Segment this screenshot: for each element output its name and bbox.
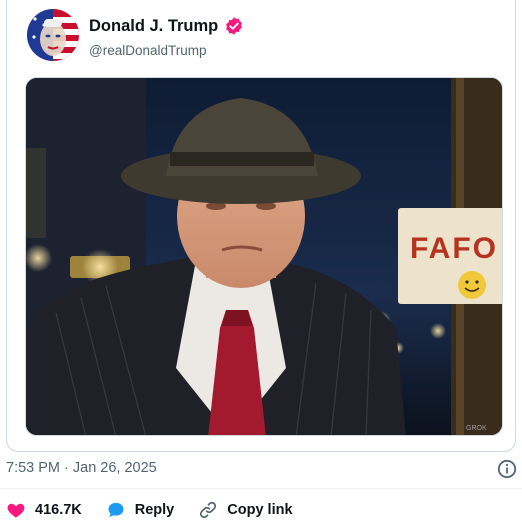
info-icon[interactable] bbox=[497, 459, 517, 479]
action-bar: 416.7K Reply Copy link bbox=[6, 498, 317, 522]
post-timestamp[interactable]: 7:53 PM · Jan 26, 2025 bbox=[6, 460, 157, 476]
user-handle[interactable]: @realDonaldTrump bbox=[89, 43, 207, 58]
copy-link-label: Copy link bbox=[227, 502, 293, 518]
like-count: 416.7K bbox=[35, 502, 82, 518]
timestamp-row: 7:53 PM · Jan 26, 2025 bbox=[6, 458, 518, 480]
verified-badge-icon bbox=[224, 16, 244, 36]
copy-link-button[interactable]: Copy link bbox=[198, 500, 293, 520]
reply-button[interactable]: Reply bbox=[106, 500, 175, 520]
avatar[interactable] bbox=[27, 9, 79, 61]
like-button[interactable]: 416.7K bbox=[6, 500, 82, 520]
link-icon bbox=[198, 500, 218, 520]
post-image[interactable]: FAFO GROK bbox=[25, 77, 503, 436]
sign-text: FAFO bbox=[410, 232, 498, 265]
reply-label: Reply bbox=[134, 502, 175, 518]
display-name[interactable]: Donald J. Trump bbox=[89, 17, 218, 36]
speech-bubble-icon bbox=[106, 500, 126, 520]
heart-icon bbox=[6, 500, 26, 520]
author-name-row: Donald J. Trump bbox=[89, 16, 244, 36]
watermark-text: GROK bbox=[466, 425, 487, 432]
post-card: Donald J. Trump @realDonaldTrump FAFO GR… bbox=[6, 0, 516, 452]
divider bbox=[0, 488, 522, 489]
